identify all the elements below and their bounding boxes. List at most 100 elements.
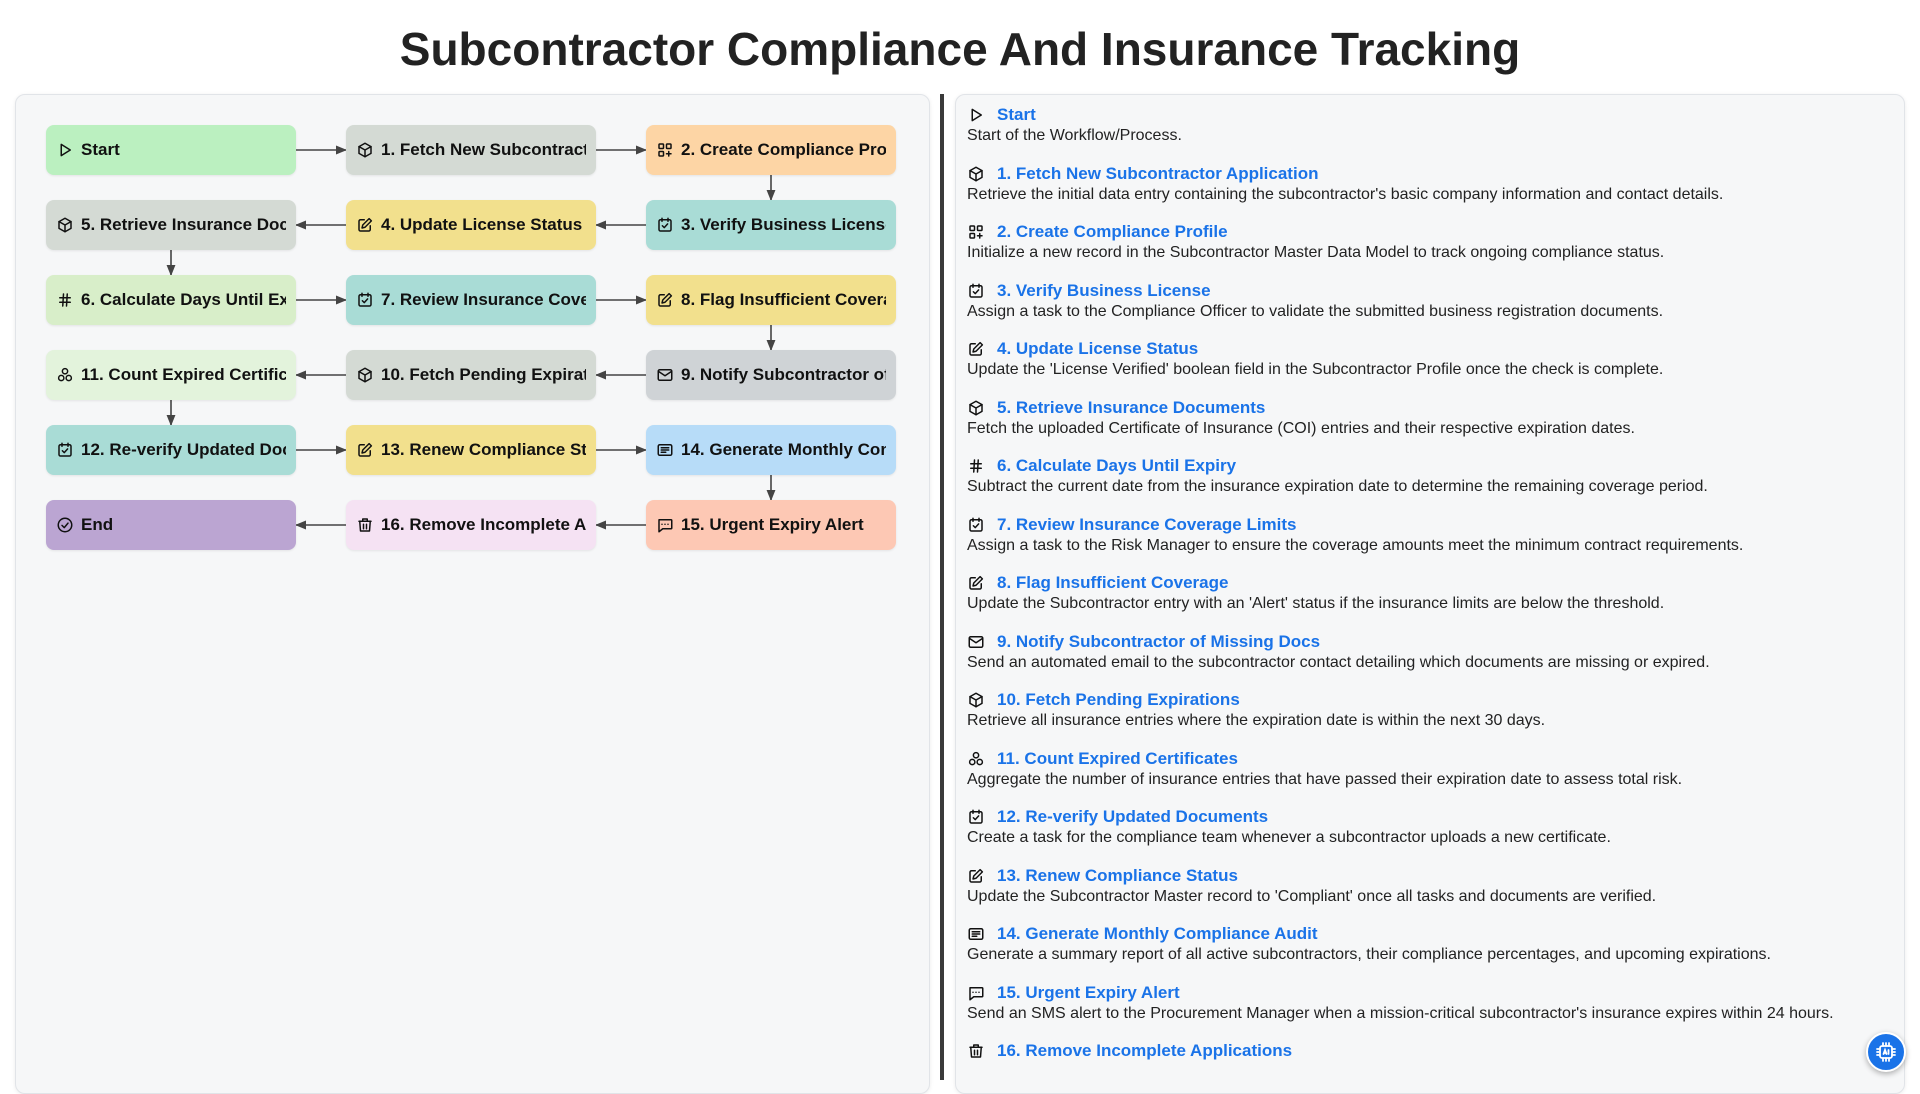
sms-icon (967, 984, 985, 1002)
flow-node-label: 4. Update License Status (381, 215, 583, 234)
step-description: Update the 'License Verified' boolean fi… (967, 361, 1664, 378)
cube-icon (967, 165, 985, 183)
step-item: 4. Update License Status Update the 'Lice… (967, 339, 1904, 379)
step-description: Retrieve all insurance entries where the… (967, 712, 1546, 729)
checkbox-icon (656, 216, 674, 234)
flow-node[interactable]: 5. Retrieve Insurance Documents (46, 200, 296, 250)
play-icon (56, 141, 74, 159)
flow-node[interactable]: 9. Notify Subcontractor of Missing Docs (646, 350, 896, 400)
hash-icon (56, 291, 74, 309)
step-item: 16. Remove Incomplete Applications (967, 1041, 1904, 1061)
flow-node-label: 15. Urgent Expiry Alert (681, 515, 864, 534)
trash-icon (967, 1042, 985, 1060)
flow-node[interactable]: End (46, 500, 296, 550)
edit-icon (967, 340, 985, 358)
checkbox-icon (356, 291, 374, 309)
step-description: Start of the Workflow/Process. (967, 127, 1182, 144)
flow-node[interactable]: Start (46, 125, 296, 175)
step-title-link[interactable]: 5. Retrieve Insurance Documents (997, 398, 1265, 418)
step-item: 7. Review Insurance Coverage Limits Assig… (967, 515, 1904, 555)
step-header: 14. Generate Monthly Compliance Audit (967, 924, 1904, 944)
step-title-link[interactable]: 8. Flag Insufficient Coverage (997, 573, 1228, 593)
play-icon (967, 106, 985, 124)
flow-node[interactable]: 1. Fetch New Subcontractor Application (346, 125, 596, 175)
step-title-link[interactable]: 2. Create Compliance Profile (997, 222, 1228, 242)
step-header: 4. Update License Status (967, 339, 1904, 359)
step-description: Fetch the uploaded Certificate of Insura… (967, 419, 1635, 437)
step-item: 1. Fetch New Subcontractor Application Re… (967, 164, 1904, 204)
grid-plus-icon (656, 141, 674, 159)
panel-splitter[interactable] (940, 94, 944, 1080)
step-description: Initialize a new record in the Subcontra… (967, 244, 1665, 261)
step-title-link[interactable]: 7. Review Insurance Coverage Limits (997, 515, 1297, 535)
step-header: 6. Calculate Days Until Expiry (967, 456, 1904, 476)
flow-node-label: 6. Calculate Days Until Expiry (81, 290, 286, 309)
flow-node[interactable]: 4. Update License Status (346, 200, 596, 250)
step-item: 9. Notify Subcontractor of Missing Docs S… (967, 632, 1904, 672)
report-icon (967, 925, 985, 943)
step-description: Assign a task to the Risk Manager to ens… (967, 536, 1744, 554)
step-description: Send an SMS alert to the Procurement Man… (967, 1004, 1834, 1022)
step-description: Update the Subcontractor Master record t… (967, 887, 1657, 905)
assistant-button[interactable] (1866, 1032, 1906, 1072)
mail-icon (967, 633, 985, 651)
flow-node[interactable]: 10. Fetch Pending Expirations (346, 350, 596, 400)
checkbox-icon (967, 516, 985, 534)
step-item: 14. Generate Monthly Compliance Audit Gen… (967, 924, 1904, 964)
flow-node[interactable]: 13. Renew Compliance Status (346, 425, 596, 475)
flow-node-label: 8. Flag Insufficient Coverage (681, 290, 886, 309)
step-title-link[interactable]: 13. Renew Compliance Status (997, 866, 1238, 886)
step-title-link[interactable]: 10. Fetch Pending Expirations (997, 690, 1240, 710)
step-title-link[interactable]: 14. Generate Monthly Compliance Audit (997, 924, 1318, 944)
edit-icon (967, 574, 985, 592)
flow-node[interactable]: 15. Urgent Expiry Alert (646, 500, 896, 550)
step-detail-panel: Start Start of the Workflow/Process. 1. Fe… (955, 94, 1905, 1094)
flow-node[interactable]: 14. Generate Monthly Compliance Audit (646, 425, 896, 475)
cube-icon (56, 216, 74, 234)
step-header: 10. Fetch Pending Expirations (967, 690, 1904, 710)
cube-icon (356, 141, 374, 159)
flow-node[interactable]: 8. Flag Insufficient Coverage (646, 275, 896, 325)
step-title-link[interactable]: 1. Fetch New Subcontractor Application (997, 164, 1318, 184)
step-header: 11. Count Expired Certificates (967, 749, 1904, 769)
step-title-link[interactable]: Start (997, 105, 1036, 125)
flow-node[interactable]: 11. Count Expired Certificates (46, 350, 296, 400)
flow-node-label: 16. Remove Incomplete Applications (381, 515, 586, 534)
step-description: Subtract the current date from the insur… (967, 478, 1708, 495)
step-description: Aggregate the number of insurance entrie… (967, 770, 1683, 788)
step-list: Start Start of the Workflow/Process. 1. Fe… (956, 95, 1904, 1061)
step-header: 13. Renew Compliance Status (967, 866, 1904, 886)
step-description: Create a task for the compliance team wh… (967, 829, 1611, 846)
step-header: 3. Verify Business License (967, 281, 1904, 301)
flow-node[interactable]: 12. Re-verify Updated Documents (46, 425, 296, 475)
flow-node-label: 1. Fetch New Subcontractor Application (381, 140, 586, 159)
grid-plus-icon (967, 223, 985, 241)
step-item: 11. Count Expired Certificates Aggregate … (967, 749, 1904, 789)
aggregate-icon (56, 366, 74, 384)
step-header: Start (967, 105, 1904, 125)
step-item: 5. Retrieve Insurance Documents Fetch the… (967, 398, 1904, 438)
step-title-link[interactable]: 9. Notify Subcontractor of Missing Docs (997, 632, 1320, 652)
step-description: Assign a task to the Compliance Officer … (967, 302, 1664, 320)
step-header: 1. Fetch New Subcontractor Application (967, 164, 1904, 184)
step-title-link[interactable]: 3. Verify Business License (997, 281, 1211, 301)
step-item: 13. Renew Compliance Status Update the Su… (967, 866, 1904, 906)
step-title-link[interactable]: 16. Remove Incomplete Applications (997, 1041, 1292, 1061)
step-title-link[interactable]: 15. Urgent Expiry Alert (997, 983, 1180, 1003)
flow-node[interactable]: 16. Remove Incomplete Applications (346, 500, 596, 550)
sms-icon (656, 516, 674, 534)
step-title-link[interactable]: 4. Update License Status (997, 339, 1198, 359)
step-header: 12. Re-verify Updated Documents (967, 807, 1904, 827)
step-header: 15. Urgent Expiry Alert (967, 983, 1904, 1003)
flow-node[interactable]: 3. Verify Business License (646, 200, 896, 250)
step-title-link[interactable]: 12. Re-verify Updated Documents (997, 807, 1268, 827)
flow-node[interactable]: 7. Review Insurance Coverage Limits (346, 275, 596, 325)
step-title-link[interactable]: 6. Calculate Days Until Expiry (997, 456, 1236, 476)
flow-node-label: 9. Notify Subcontractor of Missing Docs (681, 365, 886, 384)
flow-node[interactable]: 2. Create Compliance Profile (646, 125, 896, 175)
cube-icon (967, 691, 985, 709)
flow-node[interactable]: 6. Calculate Days Until Expiry (46, 275, 296, 325)
step-header: 5. Retrieve Insurance Documents (967, 398, 1904, 418)
flow-node-label: End (81, 515, 114, 534)
step-title-link[interactable]: 11. Count Expired Certificates (997, 749, 1238, 769)
